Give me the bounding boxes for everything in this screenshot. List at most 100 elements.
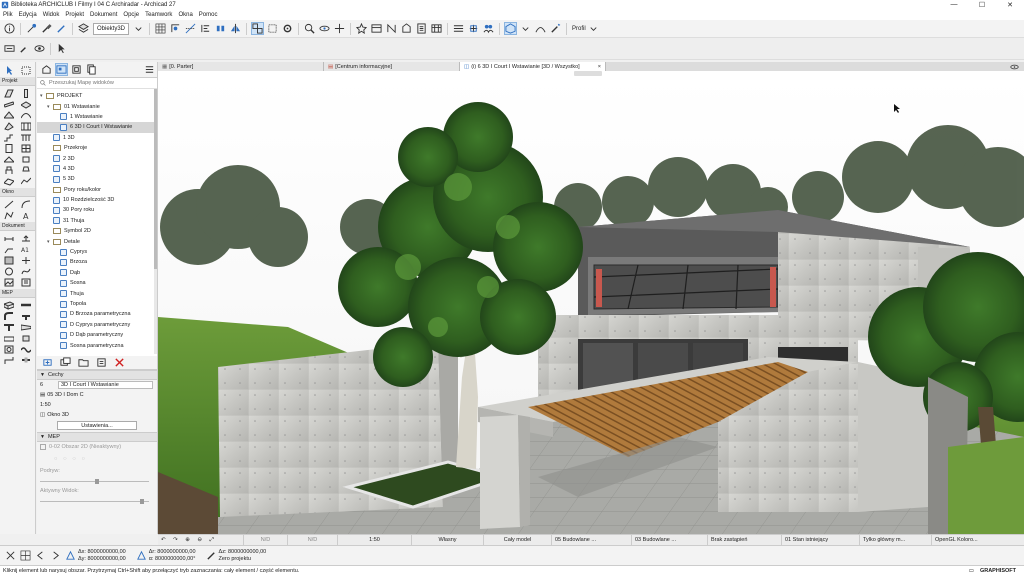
chevron-down-icon[interactable] <box>587 22 600 35</box>
trace-icon[interactable] <box>266 22 279 35</box>
tab-parter[interactable]: ▦ [0. Parter] <box>158 62 324 71</box>
wall-tool-icon[interactable] <box>2 88 16 98</box>
tree-item[interactable]: 1 Wstawianie <box>37 112 157 122</box>
tree-item[interactable]: Dąb <box>37 268 157 278</box>
toolbox-section-mep[interactable]: MEP <box>0 289 35 298</box>
close-button[interactable]: ✕ <box>996 1 1024 9</box>
pick-up-icon[interactable] <box>25 22 38 35</box>
menu-projekt[interactable]: Projekt <box>65 12 84 18</box>
coord-dx-dy[interactable]: Δx: 8000000000,00 Δy: 8000000000,00 <box>78 549 126 563</box>
view-map-icon[interactable] <box>370 22 383 35</box>
clone-folder-icon[interactable] <box>59 356 72 369</box>
cable-tray-icon[interactable] <box>2 333 16 343</box>
bottom-nd-1[interactable]: N/D <box>244 534 288 546</box>
spline-tool-icon[interactable] <box>19 266 33 276</box>
tee-tool-icon[interactable] <box>2 322 16 332</box>
settings-button[interactable]: Ustawienia... <box>57 421 137 430</box>
menu-teamwork[interactable]: Teamwork <box>145 12 172 18</box>
chevron-down-icon[interactable] <box>132 22 145 35</box>
tree-item[interactable]: 4 3D <box>37 164 157 174</box>
lamp-tool-icon[interactable] <box>19 165 33 175</box>
pipe-fitting-icon[interactable] <box>19 311 33 321</box>
new-view-icon[interactable] <box>41 356 54 369</box>
layout-icon[interactable] <box>452 22 465 35</box>
profile-label[interactable]: Profil <box>572 26 586 32</box>
arrow-left-icon[interactable] <box>34 549 47 562</box>
minimize-button[interactable]: — <box>940 1 968 9</box>
maximize-button[interactable]: ☐ <box>968 1 996 9</box>
layer-combination-row[interactable]: ▤ 05 3D I Dom C <box>37 390 157 400</box>
roof-tool-icon[interactable] <box>2 110 16 120</box>
figure-tool-icon[interactable] <box>2 277 16 287</box>
menu-okna[interactable]: Okna <box>178 12 192 18</box>
coord-z[interactable]: Δz: 8000000000,00 Zero projektu <box>219 549 267 563</box>
view-id-row[interactable]: 6 3D I Court I Wstawianie <box>37 380 157 390</box>
chevron-down-icon[interactable] <box>519 22 532 35</box>
structure-display-select[interactable]: Tylko główny m... <box>860 534 932 546</box>
tree-item[interactable]: ▾ 01 Wstawianie <box>37 101 157 111</box>
tree-item[interactable]: D Cyprys parametryczny <box>37 320 157 330</box>
gear-icon[interactable] <box>281 22 294 35</box>
tab-3d-court[interactable]: ◫ (i) 6 3D I Court I Wstawianie [3D / Wsz… <box>460 62 606 71</box>
tree-item[interactable]: D Brzoza parametryczna <box>37 309 157 319</box>
view-map-tab-icon[interactable] <box>55 63 68 76</box>
menu-opcje[interactable]: Opcje <box>123 12 139 18</box>
text-a1-icon[interactable]: A1 <box>19 244 33 254</box>
arrow-right-icon[interactable] <box>49 549 62 562</box>
sections-icon[interactable] <box>385 22 398 35</box>
tree-item[interactable]: Sosna parametryczna <box>37 340 157 350</box>
tree-item[interactable]: Sosna <box>37 278 157 288</box>
layer-eye-icon[interactable] <box>33 42 46 55</box>
tree-item[interactable]: Symbol 2D <box>37 226 157 236</box>
delete-icon[interactable] <box>113 356 126 369</box>
zoom-icon[interactable] <box>303 22 316 35</box>
menu-pomoc[interactable]: Pomoc <box>199 12 218 18</box>
schedule-icon[interactable] <box>430 22 443 35</box>
renovation-filter-select[interactable]: 01 Stan istniejący <box>782 534 860 546</box>
tree-item[interactable]: 30 Pory roku <box>37 205 157 215</box>
line-tool-icon[interactable] <box>2 199 16 209</box>
tree-item[interactable]: Topola <box>37 299 157 309</box>
menu-plik[interactable]: Plik <box>3 12 13 18</box>
layers-icon[interactable] <box>77 22 90 35</box>
window3d-row[interactable]: ◫ Okno 3D <box>37 410 157 420</box>
marquee-tool-icon[interactable] <box>19 65 33 75</box>
teamwork-icon[interactable] <box>482 22 495 35</box>
navigator-search-input[interactable] <box>49 80 149 86</box>
properties-header[interactable]: ▼ Cechy <box>37 370 157 380</box>
layer-combination-select[interactable]: 05 Budowlane ... <box>552 534 632 546</box>
tree-item[interactable]: 31 Thuja <box>37 216 157 226</box>
scale-row[interactable]: 1:50 <box>37 400 157 410</box>
navigation-widget[interactable] <box>574 71 602 76</box>
tree-item[interactable]: 6 3D I Court I Wstawianie <box>37 122 157 133</box>
morph-tool-icon[interactable] <box>2 121 16 131</box>
tree-item[interactable]: 5 3D <box>37 174 157 184</box>
tree-item[interactable]: Thuja <box>37 288 157 298</box>
project-map-icon[interactable] <box>40 63 53 76</box>
eye-toggle-icon[interactable] <box>1004 62 1024 71</box>
object-tool-icon[interactable] <box>2 165 16 175</box>
duct-tool-icon[interactable] <box>2 300 16 310</box>
folder-icon[interactable] <box>77 356 90 369</box>
grid-snap-icon[interactable] <box>19 549 32 562</box>
pan-icon[interactable] <box>333 22 346 35</box>
door-tool-icon[interactable] <box>2 143 16 153</box>
curtain-wall-tool-icon[interactable] <box>19 121 33 131</box>
text-tool-icon[interactable]: A <box>19 210 33 220</box>
scale-select[interactable]: 1:50 <box>338 534 412 546</box>
tree-item[interactable]: Pory roku/kolor <box>37 185 157 195</box>
curve-tool-icon[interactable] <box>534 22 547 35</box>
equipment-tool-icon[interactable] <box>2 344 16 354</box>
nav-controls[interactable]: ↶ ↷ ⊕ ⊖ ⤢ <box>158 534 244 546</box>
toolbox-section-okno[interactable]: Okno <box>0 188 35 197</box>
tree-item[interactable]: Brzoza <box>37 257 157 267</box>
guide-lines-icon[interactable] <box>184 22 197 35</box>
railing-tool-icon[interactable] <box>19 132 33 142</box>
arrow-cursor-icon[interactable] <box>55 42 68 55</box>
slider-1[interactable] <box>37 476 157 486</box>
polyline-tool-icon[interactable] <box>2 210 16 220</box>
distribute-icon[interactable] <box>214 22 227 35</box>
render-3d-icon[interactable] <box>504 22 518 35</box>
align-icon[interactable] <box>199 22 212 35</box>
menu-edycja[interactable]: Edycja <box>19 12 37 18</box>
